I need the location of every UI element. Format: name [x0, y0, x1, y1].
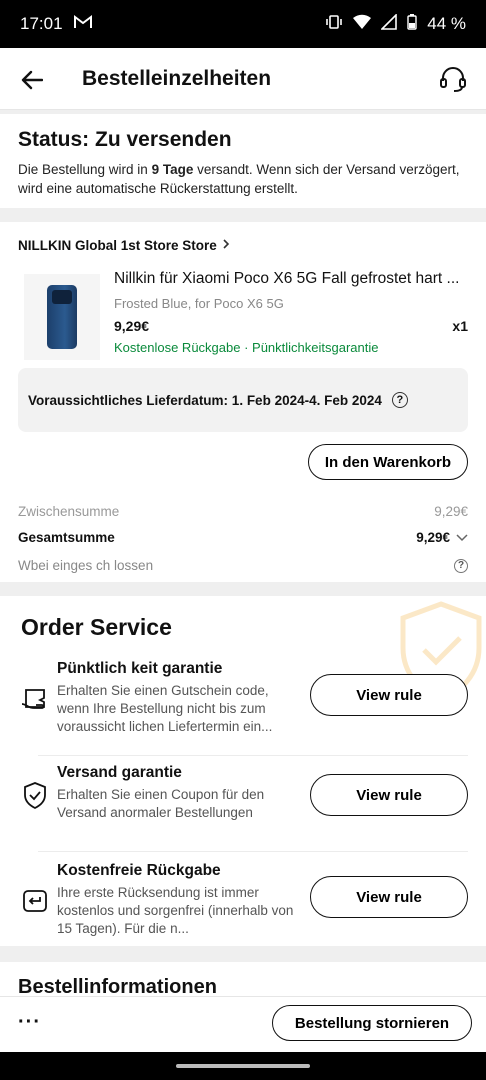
product-name[interactable]: Nillkin für Xiaomi Poco X6 5G Fall gefro… [114, 270, 470, 288]
view-rule-button[interactable]: View rule [310, 876, 468, 918]
delivery-estimate: Voraussichtliches Lieferdatum: 1. Feb 20… [18, 368, 468, 432]
service-description: Ihre erste Rücksendung ist immer kostenl… [57, 885, 294, 936]
wifi-icon [353, 14, 372, 35]
product-price: 9,29€ [114, 318, 150, 334]
headset-support-icon[interactable] [438, 64, 468, 94]
order-service-title: Order Service [21, 614, 172, 640]
bottom-action-bar: ··· Bestellung stornieren [0, 996, 486, 1052]
service-item-free-return: Kostenfreie Rückgabe Ihre erste Rücksend… [18, 860, 468, 946]
store-name: NILLKIN Global 1st Store Store [18, 238, 217, 253]
total-row[interactable]: Gesamtsumme 9,29€ [18, 530, 468, 545]
service-description: Erhalten Sie einen Coupon für den Versan… [57, 787, 265, 820]
service-title: Kostenfreie Rückgabe [57, 862, 221, 879]
total-value: 9,29€ [416, 530, 450, 545]
order-service-card: Order Service Pünktlich keit garantie Er… [0, 596, 486, 946]
service-item-punctuality: Pünktlich keit garantie Erhalten Sie ein… [18, 658, 468, 756]
subtotal-value: 9,29€ [434, 504, 468, 519]
delivery-date-text: Voraussichtliches Lieferdatum: 1. Feb 20… [28, 392, 382, 408]
help-icon[interactable]: ? [454, 558, 468, 573]
subtotal-row: Zwischensumme 9,29€ [18, 504, 468, 519]
system-navigation-bar [0, 1052, 486, 1080]
order-items-card: NILLKIN Global 1st Store Store Nillkin f… [0, 222, 486, 582]
service-item-shipping: Versand garantie Erhalten Sie einen Coup… [18, 762, 468, 854]
divider [38, 755, 468, 756]
phone-case-image [47, 285, 77, 349]
chevron-right-icon [221, 238, 231, 253]
product-variant: Frosted Blue, for Poco X6 5G [114, 296, 284, 311]
service-description: Erhalten Sie einen Gutschein code, wenn … [57, 683, 273, 734]
more-options-icon[interactable]: ··· [18, 1011, 41, 1034]
shield-check-icon [24, 782, 46, 810]
order-status-title: Status: Zu versenden [18, 128, 232, 151]
subtotal-label: Zwischensumme [18, 504, 120, 519]
add-to-cart-button[interactable]: In den Warenkorb [307, 444, 468, 480]
battery-icon [407, 13, 417, 35]
product-quantity: x1 [452, 318, 468, 334]
battery-level: 44 % [427, 14, 466, 33]
store-link[interactable]: NILLKIN Global 1st Store Store [18, 238, 231, 253]
divider [38, 851, 468, 852]
savings-row: Wbei einges ch lossen ? [18, 558, 468, 573]
page-title: Bestelleinzelheiten [82, 67, 272, 90]
service-title: Pünktlich keit garantie [57, 660, 223, 677]
home-gesture-handle[interactable] [176, 1064, 310, 1068]
system-status-bar: 17:01 44 % [0, 0, 486, 48]
signal-icon [380, 12, 398, 35]
savings-label: Wbei einges ch lossen [18, 558, 154, 573]
chevron-down-icon [456, 530, 468, 545]
cancel-order-button[interactable]: Bestellung stornieren [272, 1005, 472, 1041]
total-label: Gesamtsumme [18, 530, 115, 545]
product-thumbnail[interactable] [24, 274, 100, 360]
clock: 17:01 [20, 14, 63, 33]
product-guarantees: Kostenlose Rückgabe · Pünktlichkeitsgara… [114, 340, 379, 355]
voucher-icon [21, 689, 45, 709]
return-icon [23, 890, 47, 912]
vibrate-icon [325, 14, 343, 35]
order-status-card: Status: Zu versenden Die Bestellung wird… [0, 114, 486, 208]
service-title: Versand garantie [57, 764, 182, 781]
gmail-icon [73, 14, 93, 35]
help-icon[interactable]: ? [391, 392, 408, 408]
shipping-days: 9 Tage [151, 162, 194, 177]
view-rule-button[interactable]: View rule [310, 774, 468, 816]
back-arrow-icon[interactable] [18, 66, 46, 94]
view-rule-button[interactable]: View rule [310, 674, 468, 716]
app-bar: Bestelleinzelheiten [0, 48, 486, 110]
order-status-text: Die Bestellung wird in 9 Tage versandt. … [18, 162, 460, 196]
